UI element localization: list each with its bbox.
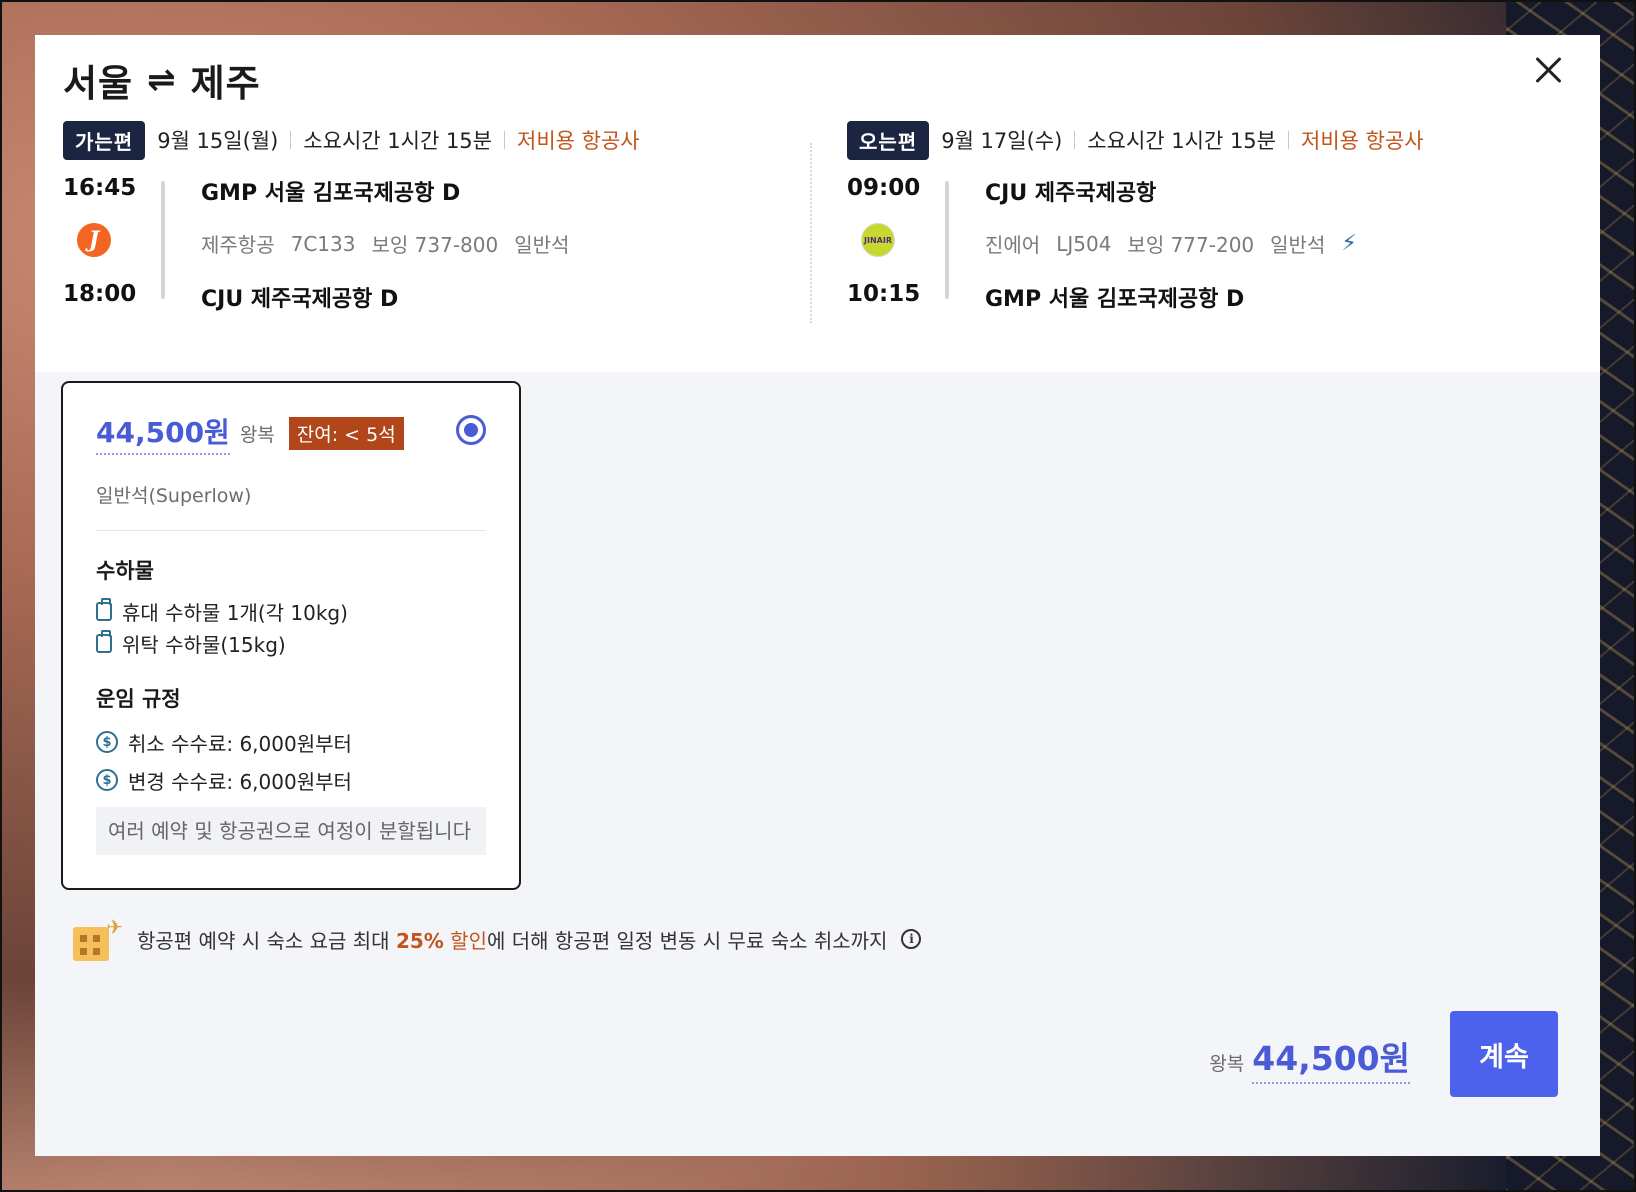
timeline-bar [945,181,949,299]
itinerary-panel: 서울 ⇌ 제주 가는편 9월 15일(월) 소요시간 1시간 15분 저비용 항… [35,35,1600,372]
departure-airport: CJU 제주국제공항 [985,181,1157,206]
fare-price-row: 44,500원 왕복 잔여: < 5석 [96,411,486,455]
return-duration: 소요시간 1시간 15분 [1087,129,1276,153]
arrival-airport: CJU 제주국제공항 D [201,287,399,312]
aircraft-type: 보잉 737-800 [371,233,499,257]
airline-name: 진에어 [985,233,1041,257]
outbound-duration: 소요시간 1시간 15분 [303,129,492,153]
fare-rules-title: 운임 규정 [96,687,181,711]
return-date: 9월 17일(수) [941,129,1063,153]
divider [96,530,486,531]
divider [504,131,505,149]
divider [1288,131,1289,149]
fare-price-type: 왕복 [239,423,275,446]
outbound-body: 16:45 J 18:00 GMP 서울 김포국제공항 D 제주항공 7C133… [63,165,803,345]
destination-city: 제주 [190,62,261,105]
fare-radio-button[interactable] [456,415,486,445]
cabin-class: 일반석 [514,233,570,257]
promo-highlight-percent: 25% [395,928,444,953]
fare-option-card[interactable]: 44,500원 왕복 잔여: < 5석 일반석(Superlow) 수하물 휴대… [61,381,521,890]
departure-time: 09:00 [847,175,921,201]
promo-text-start: 항공편 예약 시 숙소 요금 최대 [137,928,396,953]
departure-time: 16:45 [63,175,137,201]
airline-name: 제주항공 [201,233,275,257]
carry-on-baggage: 휴대 수하물 1개(각 10kg) [96,595,486,627]
outbound-header: 가는편 9월 15일(월) 소요시간 1시간 15분 저비용 항공사 [63,120,803,160]
total-price: 왕복 44,500원 [1209,1032,1410,1084]
total-label: 왕복 [1209,1053,1245,1075]
lightning-icon: ⚡ [1341,231,1357,256]
return-pill: 오는편 [847,120,930,160]
change-fee-text: 변경 수수료: 6,000원부터 [128,769,352,794]
jin-air-logo-icon: JINAIR [861,223,895,257]
info-icon[interactable]: i [901,929,922,949]
checked-baggage: 위탁 수하물(15kg) [96,627,486,659]
flight-number: LJ504 [1056,231,1112,256]
lowcost-tag: 저비용 항공사 [517,129,640,153]
flight-info: 진에어 LJ504 보잉 777-200 일반석 ⚡ [985,229,1357,258]
flight-info: 제주항공 7C133 보잉 737-800 일반석 [201,229,569,258]
dollar-icon: $ [96,731,118,753]
promo-highlight-word: 할인 [443,928,487,953]
arrival-time: 10:15 [847,281,921,307]
hotel-building-icon [73,927,109,961]
return-header: 오는편 9월 17일(수) 소요시간 1시간 15분 저비용 항공사 [847,120,1587,160]
divider [290,131,292,149]
promo-text-end: 에 더해 항공편 일정 변동 시 무료 숙소 취소까지 [487,928,888,953]
outbound-pill: 가는편 [63,120,146,160]
fare-price[interactable]: 44,500원 [96,411,230,455]
checked-text: 위탁 수하물(15kg) [122,632,286,657]
total-amount[interactable]: 44,500원 [1252,1032,1410,1084]
plane-icon: ✈ [106,915,123,939]
change-fee: $ 변경 수수료: 6,000원부터 [96,761,486,799]
baggage-title: 수하물 [96,559,154,583]
continue-button[interactable]: 계속 [1450,1011,1558,1097]
arrival-time: 18:00 [63,281,137,307]
aircraft-type: 보잉 777-200 [1127,233,1255,257]
lowcost-tag: 저비용 항공사 [1301,129,1424,153]
checked-bag-icon [96,629,112,653]
cancel-fee-text: 취소 수수료: 6,000원부터 [128,731,352,756]
carry-on-bag-icon [96,597,112,621]
timeline-bar [161,181,165,299]
route-title: 서울 ⇌ 제주 [63,53,261,107]
cancel-fee: $ 취소 수수료: 6,000원부터 [96,723,486,761]
flight-number: 7C133 [290,231,356,256]
hotel-promo: ✈ 항공편 예약 시 숙소 요금 최대 25% 할인에 더해 항공편 일정 변동… [71,915,922,963]
hotel-plane-icon: ✈ [71,915,123,963]
origin-city: 서울 [63,62,134,105]
arrival-airport: GMP 서울 김포국제공항 D [985,287,1245,312]
jeju-air-logo-icon: J [77,223,111,257]
cabin-class: 일반석 [1270,233,1326,257]
promo-text: 항공편 예약 시 숙소 요금 최대 25% 할인에 더해 항공편 일정 변동 시… [137,925,887,954]
leg-divider [810,143,812,323]
carry-on-text: 휴대 수하물 1개(각 10kg) [122,600,348,625]
outbound-date: 9월 15일(월) [157,129,279,153]
close-icon[interactable] [1530,51,1568,89]
seats-left-badge: 잔여: < 5석 [288,416,404,450]
return-body: 09:00 JINAIR 10:15 CJU 제주국제공항 진에어 LJ504 … [847,165,1587,345]
outbound-leg: 가는편 9월 15일(월) 소요시간 1시간 15분 저비용 항공사 16:45… [63,120,803,361]
fare-class: 일반석(Superlow) [96,485,252,507]
departure-airport: GMP 서울 김포국제공항 D [201,181,461,206]
flight-details-modal: 서울 ⇌ 제주 가는편 9월 15일(월) 소요시간 1시간 15분 저비용 항… [35,35,1600,1156]
split-booking-notice: 여러 예약 및 항공권으로 여정이 분할됩니다 [96,807,486,855]
divider [1074,131,1076,149]
dollar-icon: $ [96,769,118,791]
round-trip-icon: ⇌ [147,60,177,100]
return-leg: 오는편 9월 17일(수) 소요시간 1시간 15분 저비용 항공사 09:00… [847,120,1587,361]
